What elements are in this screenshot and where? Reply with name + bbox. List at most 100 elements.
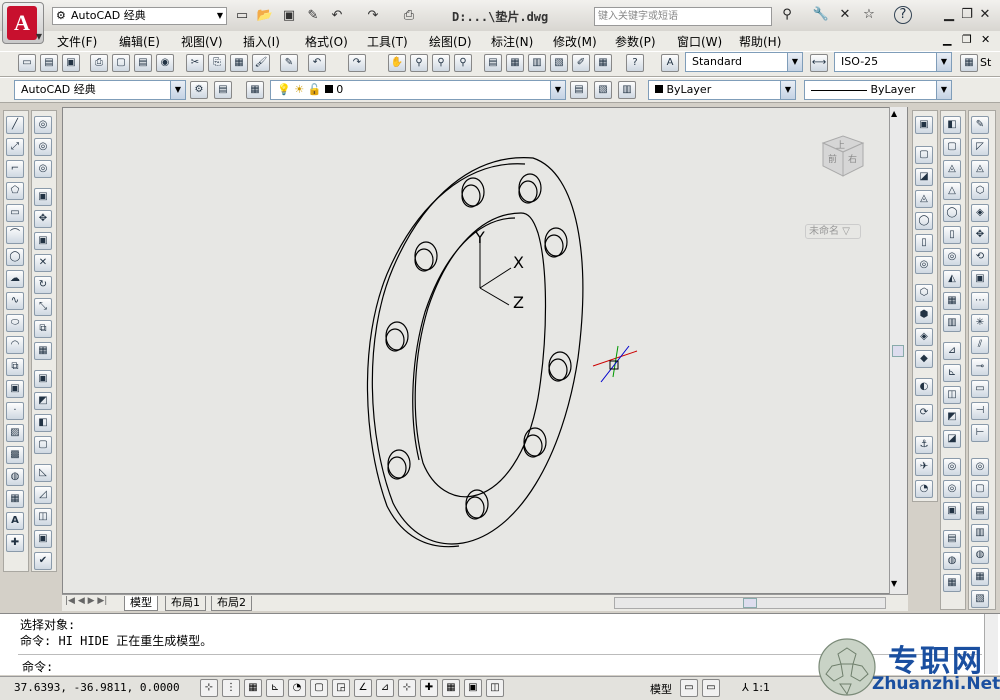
cone-icon[interactable]: ◬ (915, 190, 933, 208)
frame-icon[interactable]: ▣ (971, 270, 989, 288)
layer-manager-icon[interactable]: ▤ (214, 81, 232, 99)
object-snap-icon[interactable]: ▢ (310, 679, 328, 697)
model-space-label[interactable]: 模型 (650, 681, 672, 697)
extrude-icon[interactable]: ▣ (34, 188, 52, 206)
fillet-icon[interactable]: ◿ (34, 486, 52, 504)
polar-tracking-icon[interactable]: ◔ (288, 679, 306, 697)
arc-icon[interactable]: ⌒ (6, 226, 24, 244)
pan-move-icon[interactable]: ✥ (971, 226, 989, 244)
construction-line-icon[interactable]: ⤢ (6, 138, 24, 156)
left-view-icon[interactable]: ◬ (943, 160, 961, 178)
menu-file[interactable]: 文件(F) (57, 33, 97, 50)
ucs-object-icon[interactable]: ◪ (943, 430, 961, 448)
3d-object-snap-icon[interactable]: ◲ (332, 679, 350, 697)
multiline-text-icon[interactable]: A (6, 512, 24, 530)
intersect-icon[interactable]: ◈ (915, 328, 933, 346)
se-iso-icon[interactable]: ◭ (943, 270, 961, 288)
cylinder-icon[interactable]: ▯ (915, 234, 933, 252)
pencil-icon[interactable]: ✎ (971, 116, 989, 134)
dynamic-input-icon[interactable]: ⊹ (398, 679, 416, 697)
ne-iso-icon[interactable]: ▦ (943, 292, 961, 310)
table-style-icon[interactable]: ▦ (960, 54, 978, 72)
polygon-icon[interactable]: ⬠ (6, 182, 24, 200)
selection-cycling-icon[interactable]: ◫ (486, 679, 504, 697)
point-icon[interactable]: · (6, 402, 24, 420)
menu-modify[interactable]: 修改(M) (553, 33, 597, 50)
scale-icon[interactable]: ⤡ (34, 298, 52, 316)
interfere-icon[interactable]: ◆ (915, 350, 933, 368)
gradient-icon[interactable]: ▩ (6, 446, 24, 464)
menu-draw[interactable]: 绘图(D) (429, 33, 472, 50)
ortho-mode-icon[interactable]: ⊾ (266, 679, 284, 697)
make-current-layer-icon[interactable]: ▤ (570, 81, 588, 99)
fly-icon[interactable]: ✈ (915, 458, 933, 476)
join-icon[interactable]: ⊸ (971, 358, 989, 376)
menu-window[interactable]: 窗口(W) (677, 33, 722, 50)
rectangle-icon[interactable]: ▭ (6, 204, 24, 222)
color-select[interactable]: ByLayer ▼ (648, 80, 796, 100)
cut-icon[interactable]: ✂ (186, 54, 204, 72)
match-properties-icon[interactable]: 🖌 (252, 54, 270, 72)
3d-dwf-icon[interactable]: ◉ (156, 54, 174, 72)
publish-icon[interactable]: ▤ (134, 54, 152, 72)
viewcube-top-face[interactable]: 上 (836, 140, 845, 151)
rotate-icon[interactable]: ↻ (34, 276, 52, 294)
erase-icon[interactable]: ✕ (34, 254, 52, 272)
shell-icon[interactable]: ▢ (34, 436, 52, 454)
table-icon[interactable]: ▦ (6, 490, 24, 508)
text-style-select[interactable]: Standard ▼ (685, 52, 803, 72)
doc-restore-icon[interactable]: ❐ (962, 33, 972, 46)
bottom-view-icon[interactable]: ▢ (943, 138, 961, 156)
3d-align-icon[interactable]: ▤ (943, 530, 961, 548)
layer-previous-icon[interactable]: ▧ (594, 81, 612, 99)
measure-icon[interactable]: ◸ (971, 138, 989, 156)
walk-icon[interactable]: ⚓ (915, 436, 933, 454)
viewcube-front-face[interactable]: 前 (828, 153, 837, 165)
menu-dimension[interactable]: 标注(N) (491, 33, 533, 50)
dashed-line-icon[interactable]: ⋯ (971, 292, 989, 310)
menu-help[interactable]: 帮助(H) (739, 33, 781, 50)
3d-rotate-icon[interactable]: ▣ (943, 502, 961, 520)
quick-properties-icon[interactable]: ▣ (464, 679, 482, 697)
binoculars-icon[interactable]: ⚲ (778, 6, 796, 24)
qnew-icon[interactable]: ▭ (18, 54, 36, 72)
flatten-icon[interactable]: ▤ (971, 502, 989, 520)
save-icon[interactable]: ▣ (62, 54, 80, 72)
quick-view-layouts-icon[interactable]: ▭ (680, 679, 698, 697)
infer-constraints-icon[interactable]: ⊹ (200, 679, 218, 697)
circle-icon[interactable]: ◯ (6, 248, 24, 266)
3d-array-icon[interactable]: ◎ (943, 458, 961, 476)
open-icon[interactable]: ▤ (40, 54, 58, 72)
annotation-scale[interactable]: ⅄ 1:1 (742, 681, 770, 694)
scroll-thumb[interactable] (892, 345, 904, 357)
mass-props-icon[interactable]: ◈ (971, 204, 989, 222)
zoom-previous-icon[interactable]: ⚲ (454, 54, 472, 72)
mirror-icon[interactable]: ◫ (34, 508, 52, 526)
object-snap-tracking-icon[interactable]: ∠ (354, 679, 372, 697)
help-icon[interactable]: ? (894, 6, 912, 24)
workspace-settings-icon[interactable]: ⚙ (190, 81, 208, 99)
distance-icon[interactable]: ◬ (971, 160, 989, 178)
star-icon[interactable]: ☆ (860, 6, 878, 24)
redo-icon[interactable]: ↷ (348, 54, 366, 72)
nw-iso-icon[interactable]: ▥ (943, 314, 961, 332)
insert-block-icon[interactable]: ⧉ (6, 358, 24, 376)
zoom-window-icon[interactable]: ⚲ (432, 54, 450, 72)
transparency-icon[interactable]: ▦ (442, 679, 460, 697)
copy-object-icon[interactable]: ⧉ (34, 320, 52, 338)
plot-icon[interactable]: ⎙ (90, 54, 108, 72)
layer-state-icon[interactable]: ▥ (618, 81, 636, 99)
ucs-previous-icon[interactable]: ◫ (943, 386, 961, 404)
tab-layout1[interactable]: 布局1 (165, 596, 206, 611)
check-icon[interactable]: ✔ (34, 552, 52, 570)
3d-mirror-icon[interactable]: ◎ (943, 480, 961, 498)
drawing-canvas[interactable]: Y X Z 上 前 右 未命名 ▽ (62, 107, 908, 594)
separate-icon[interactable]: ▦ (971, 568, 989, 586)
workspace-select[interactable]: AutoCAD 经典 ▼ (14, 80, 186, 100)
pan-icon[interactable]: ✋ (388, 54, 406, 72)
minimize-icon[interactable]: ▁ (940, 6, 958, 24)
block-editor-icon[interactable]: ✎ (280, 54, 298, 72)
make-block-icon[interactable]: ▣ (6, 380, 24, 398)
dim-style-select[interactable]: ISO-25 ▼ (834, 52, 952, 72)
layer-select[interactable]: 💡 ☀ 🔓 0 ▼ (270, 80, 566, 100)
